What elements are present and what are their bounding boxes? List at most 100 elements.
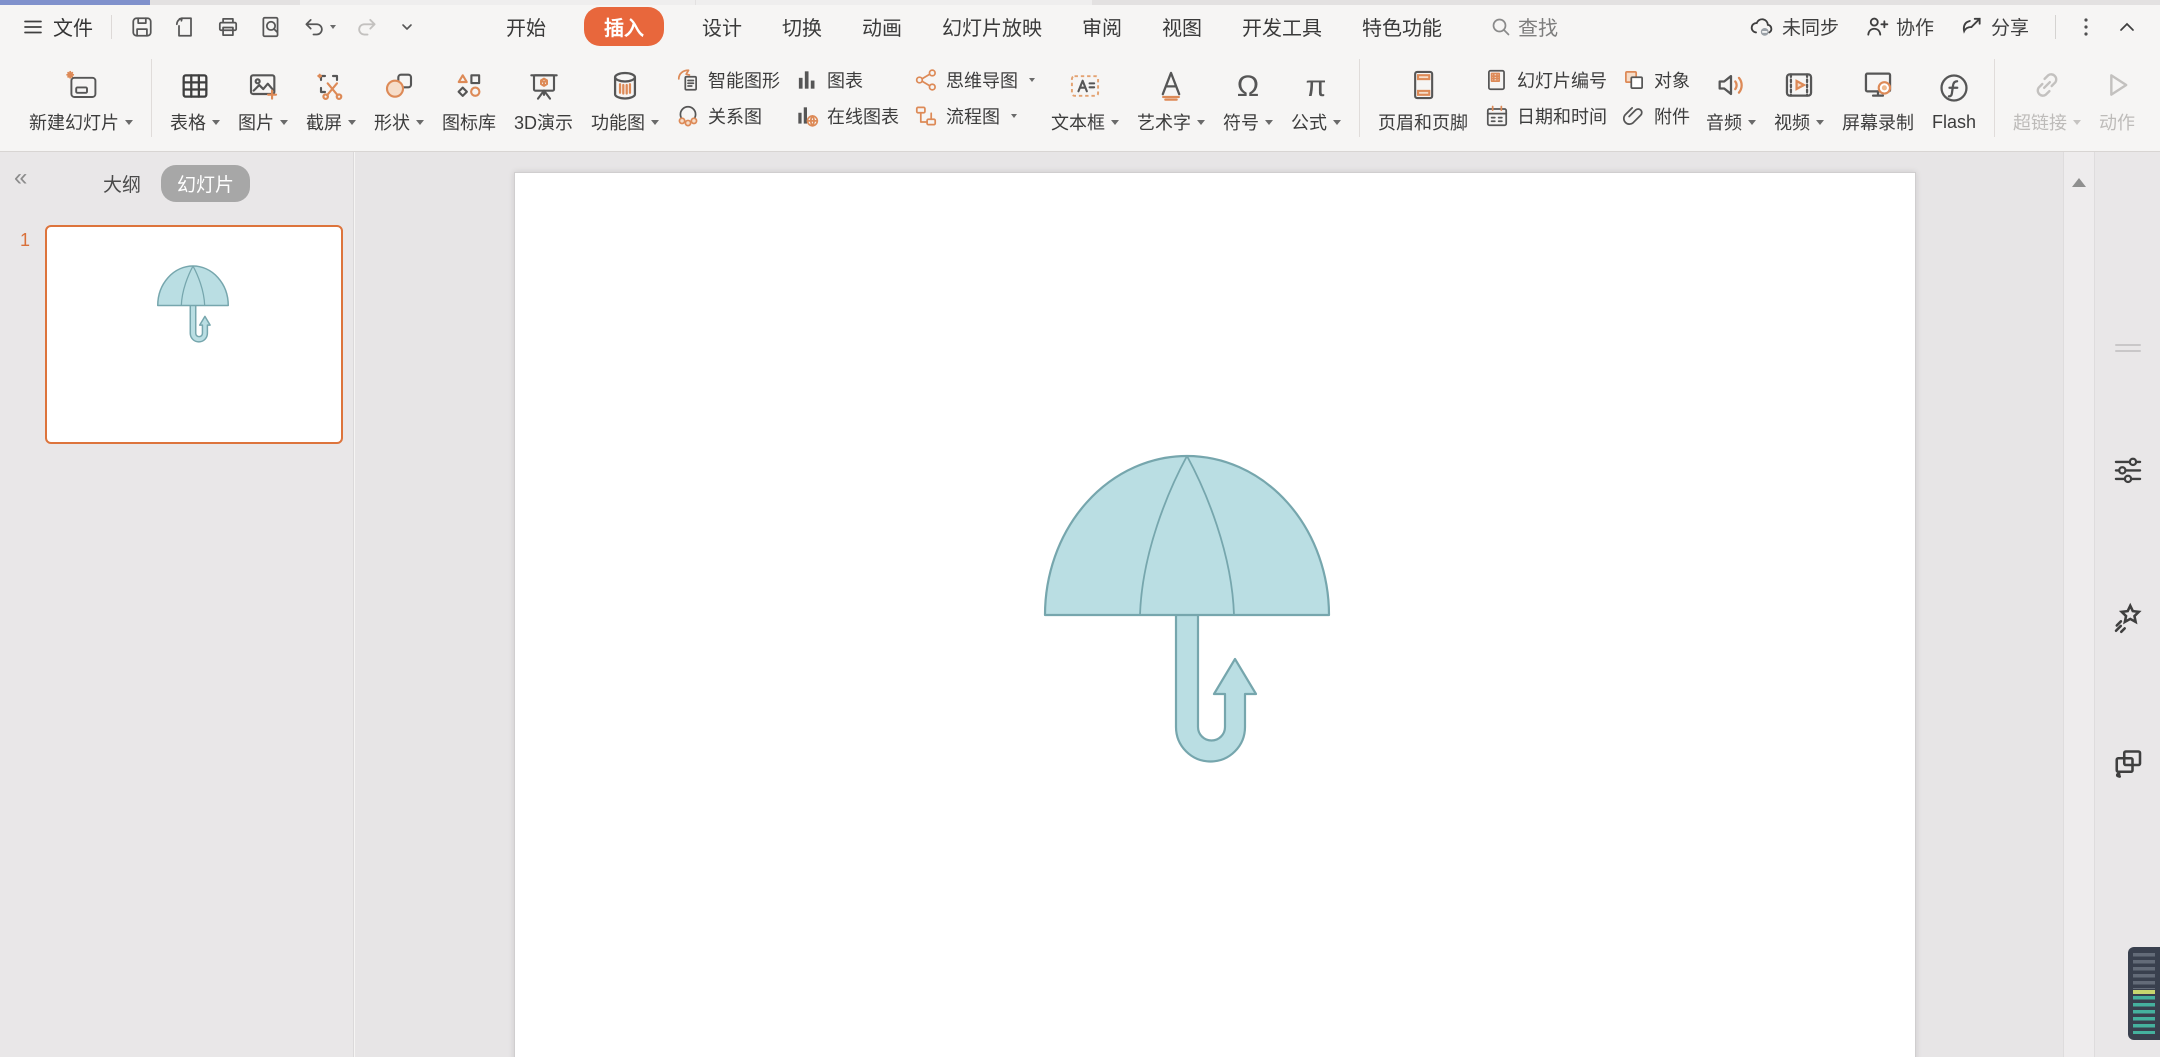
tab-review[interactable]: 审阅 <box>1080 7 1124 46</box>
tab-developer[interactable]: 开发工具 <box>1240 7 1324 46</box>
chevron-up-icon <box>2116 16 2138 38</box>
print-preview-button[interactable] <box>259 15 283 39</box>
online-chart-icon <box>794 103 820 129</box>
ribbon-button-word-art[interactable]: 艺术字 <box>1128 52 1214 144</box>
online-chart-label: 在线图表 <box>827 103 899 129</box>
symbol-label: 符号 <box>1223 109 1259 135</box>
search-icon <box>1490 16 1512 38</box>
print-button[interactable] <box>216 15 240 39</box>
ribbon-button-new-slide[interactable]: 新建幻灯片 <box>20 52 142 144</box>
ribbon-button-3d-presentation[interactable]: 3D演示 <box>505 52 582 144</box>
ribbon-button-symbol[interactable]: Ω 符号 <box>1214 52 1282 144</box>
ribbon-button-flow-chart[interactable]: 流程图 <box>913 103 1035 129</box>
table-label: 表格 <box>170 109 206 135</box>
customize-toolbar-button[interactable] <box>398 18 416 36</box>
share-button[interactable]: 分享 <box>1960 13 2029 40</box>
collaborate-button[interactable]: 协作 <box>1865 13 1934 40</box>
ribbon-button-audio[interactable]: 音频 <box>1697 52 1765 144</box>
formula-label: 公式 <box>1291 109 1327 135</box>
object-label: 对象 <box>1654 67 1690 93</box>
ribbon-button-formula[interactable]: π 公式 <box>1282 52 1350 144</box>
new-slide-icon <box>63 60 99 102</box>
header-footer-icon <box>1407 60 1439 102</box>
ribbon-button-screen-record[interactable]: 屏幕录制 <box>1833 52 1923 144</box>
ribbon-button-icon-library[interactable]: 图标库 <box>433 52 505 144</box>
tab-view[interactable]: 视图 <box>1160 7 1204 46</box>
ribbon-button-attachment[interactable]: 附件 <box>1621 103 1690 129</box>
more-options-button[interactable] <box>2082 15 2090 39</box>
screen-record-icon <box>1861 60 1895 102</box>
export-button[interactable] <box>173 15 197 39</box>
ribbon-button-hyperlink[interactable]: 超链接 <box>2004 52 2090 144</box>
ribbon-button-function-diagram[interactable]: 功能图 <box>582 52 668 144</box>
ribbon-button-table[interactable]: 表格 <box>161 52 229 144</box>
tab-special-features[interactable]: 特色功能 <box>1360 7 1444 46</box>
share-label: 分享 <box>1991 13 2029 40</box>
slide-1[interactable] <box>514 172 1916 1057</box>
slide-number-icon <box>1484 67 1510 93</box>
ribbon-button-smart-graphics[interactable]: 智能图形 <box>675 67 780 93</box>
search-button[interactable]: 查找 <box>1490 12 1558 41</box>
ribbon-button-header-footer[interactable]: 页眉和页脚 <box>1369 52 1477 144</box>
vertical-scrollbar[interactable] <box>2063 152 2095 1057</box>
sidebar-handle-icon[interactable] <box>2113 338 2143 362</box>
flash-label: Flash <box>1932 112 1976 133</box>
redo-button[interactable] <box>355 15 379 39</box>
file-menu-button[interactable]: 文件 <box>22 12 93 41</box>
collapse-ribbon-button[interactable] <box>2116 16 2138 38</box>
attachment-paperclip-icon <box>1621 103 1647 129</box>
ribbon-button-picture[interactable]: 图片 <box>229 52 297 144</box>
umbrella-shape[interactable] <box>1042 453 1332 773</box>
tab-outline[interactable]: 大纲 <box>103 170 141 197</box>
ribbon-button-video[interactable]: 视频 <box>1765 52 1833 144</box>
tab-home[interactable]: 开始 <box>504 7 548 46</box>
ribbon-button-slide-number[interactable]: 幻灯片编号 <box>1484 67 1607 93</box>
flow-chart-label: 流程图 <box>946 103 1000 129</box>
hyperlink-icon <box>2030 60 2064 102</box>
tab-animation[interactable]: 动画 <box>860 7 904 46</box>
slide-thumbnail-1[interactable] <box>45 225 343 444</box>
scroll-up-arrow-icon[interactable] <box>2072 178 2086 187</box>
ribbon-button-date-time[interactable]: 日期和时间 <box>1484 103 1607 129</box>
ribbon-button-chart[interactable]: 图表 <box>794 67 899 93</box>
formula-pi-icon: π <box>1306 60 1327 102</box>
tab-slides[interactable]: 幻灯片 <box>161 165 250 202</box>
date-time-icon <box>1484 103 1510 129</box>
redo-icon <box>355 15 379 39</box>
tab-slideshow[interactable]: 幻灯片放映 <box>940 7 1044 46</box>
chart-label: 图表 <box>827 67 863 93</box>
tab-design[interactable]: 设计 <box>700 7 744 46</box>
tab-transition[interactable]: 切换 <box>780 7 824 46</box>
object-properties-icon[interactable] <box>2111 452 2145 486</box>
icon-library-icon <box>453 60 485 102</box>
workspace: « 大纲 幻灯片 1 <box>0 152 2160 1057</box>
flash-icon <box>1937 63 1971 105</box>
umbrella-shape-thumbnail <box>157 265 229 345</box>
date-time-label: 日期和时间 <box>1517 103 1607 129</box>
ribbon-button-mind-map[interactable]: 思维导图 <box>913 67 1035 93</box>
system-tray-widget[interactable] <box>2128 947 2160 1040</box>
object-icon <box>1621 67 1647 93</box>
sync-status-button[interactable]: 未同步 <box>1749 13 1839 40</box>
undo-button[interactable] <box>302 15 336 39</box>
picture-icon <box>247 60 279 102</box>
ribbon-button-object[interactable]: 对象 <box>1621 67 1690 93</box>
ribbon-button-online-chart[interactable]: 在线图表 <box>794 103 899 129</box>
animation-pane-icon[interactable] <box>2110 600 2146 636</box>
ribbon-button-shapes[interactable]: 形状 <box>365 52 433 144</box>
export-convert-icon <box>173 15 197 39</box>
ribbon-button-screenshot[interactable]: 截屏 <box>297 52 365 144</box>
sync-status-label: 未同步 <box>1782 13 1839 40</box>
printer-icon <box>216 15 240 39</box>
save-button[interactable] <box>130 15 154 39</box>
selection-pane-icon[interactable] <box>2110 744 2146 780</box>
ribbon-button-relation-diagram[interactable]: 关系图 <box>675 103 780 129</box>
ribbon-button-action[interactable]: 动作 <box>2090 52 2144 144</box>
tab-insert[interactable]: 插入 <box>584 7 664 46</box>
ribbon-button-text-box[interactable]: 文本框 <box>1042 52 1128 144</box>
smart-graphics-label: 智能图形 <box>708 67 780 93</box>
panel-collapse-button[interactable]: « <box>14 166 27 190</box>
editing-canvas[interactable] <box>355 152 2063 1057</box>
ribbon-button-flash[interactable]: Flash <box>1923 52 1985 144</box>
smart-graphics-icon <box>675 67 701 93</box>
